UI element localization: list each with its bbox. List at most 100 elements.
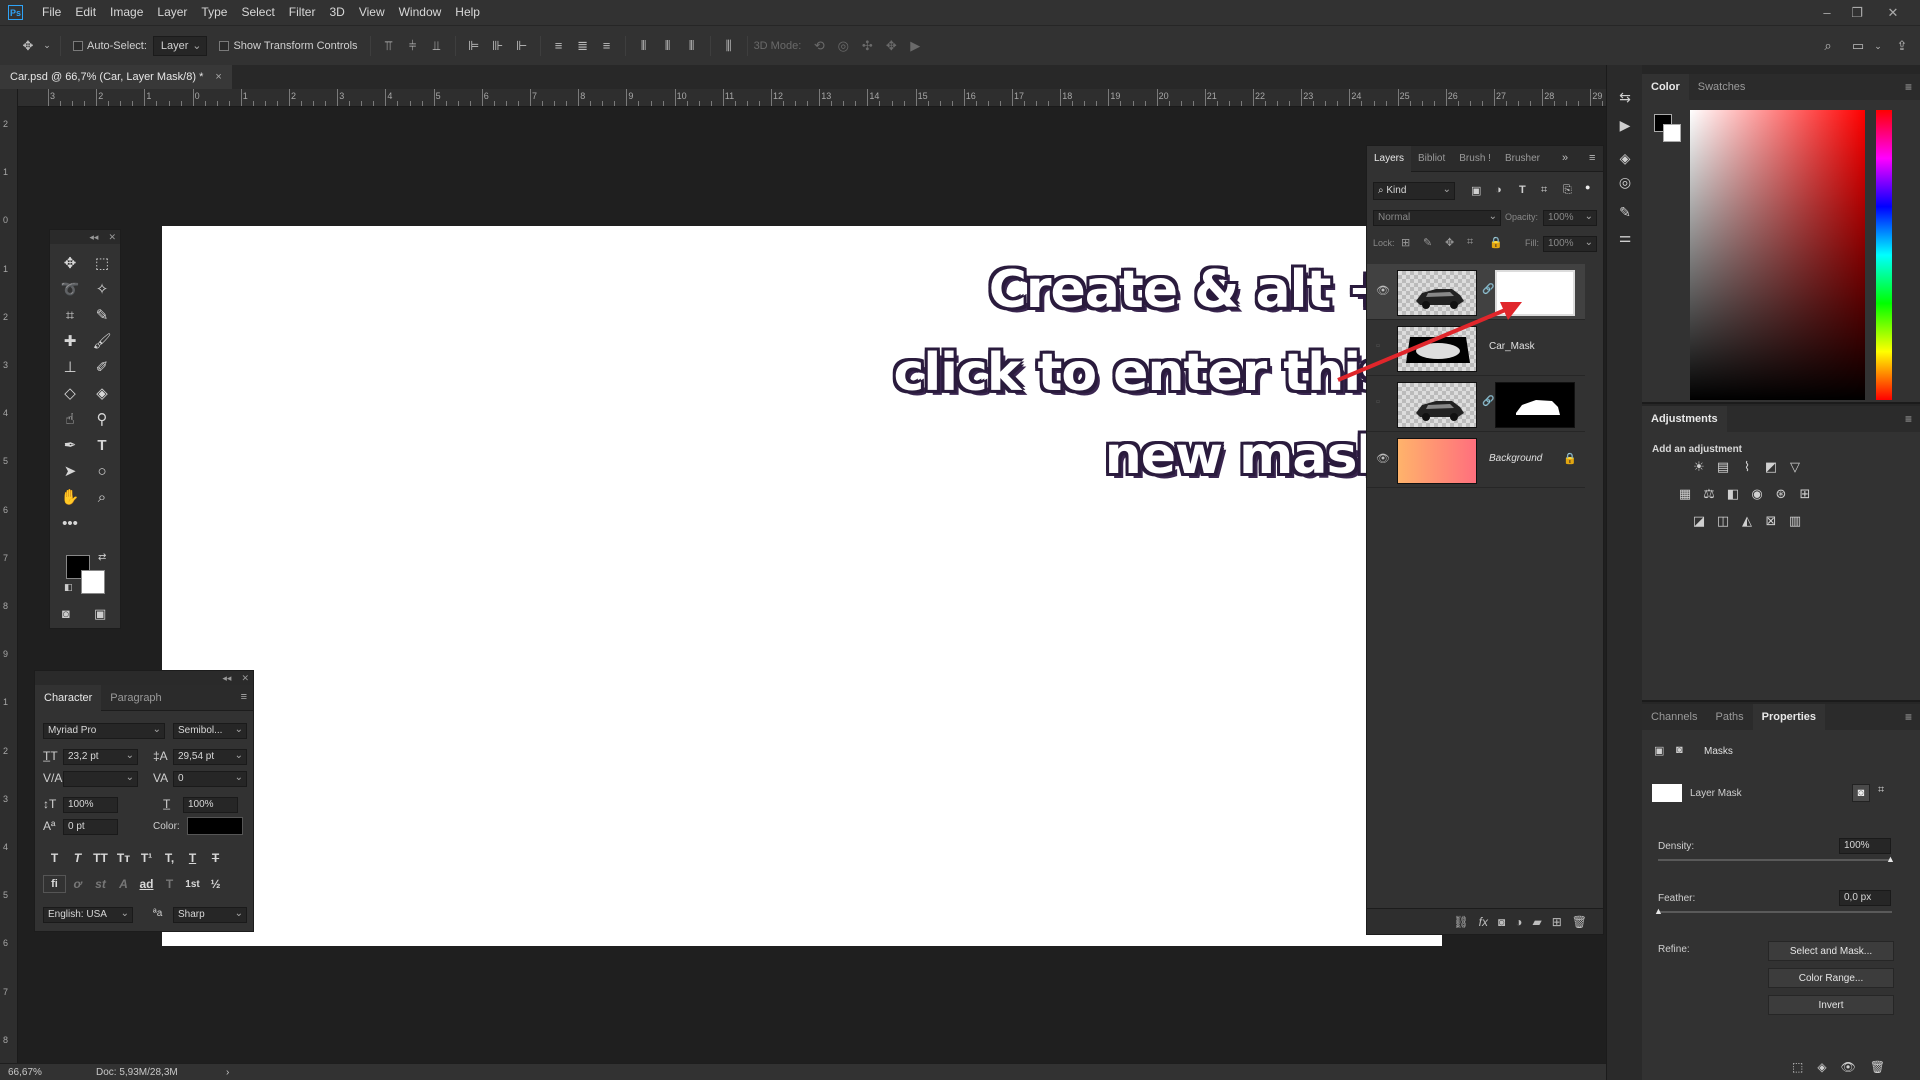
clone-stamp-tool-icon[interactable]: ⊥ — [54, 354, 86, 380]
quick-mask-icon[interactable]: ◙ — [62, 606, 70, 621]
zoom-level[interactable]: 66,67% — [8, 1067, 96, 1078]
collapse-icon[interactable]: ◂◂ — [222, 673, 231, 684]
smudge-tool-icon[interactable]: ☝ — [54, 406, 86, 432]
gradient-map-icon[interactable]: ▥ — [1786, 512, 1804, 530]
close-document-icon[interactable]: × — [215, 71, 221, 83]
show-transform-checkbox[interactable] — [219, 40, 230, 51]
workspace-icon[interactable]: ▭ — [1848, 36, 1868, 56]
pen-tool-icon[interactable]: ✒ — [54, 432, 86, 458]
filter-toggle-icon[interactable]: ● — [1585, 182, 1590, 192]
panel-menu-icon[interactable]: ≡ — [1905, 412, 1912, 426]
feather-slider-track[interactable] — [1658, 911, 1892, 913]
hand-tool-icon[interactable]: ✋ — [54, 484, 86, 510]
new-layer-icon[interactable]: ⊞ — [1552, 915, 1562, 929]
background-color-swatch[interactable] — [81, 570, 105, 594]
language-select[interactable]: English: USA — [43, 907, 133, 923]
faux-bold-button[interactable]: T — [43, 849, 66, 867]
fill-field[interactable]: 100% — [1543, 236, 1597, 252]
tab-color[interactable]: Color — [1642, 74, 1689, 100]
lock-artboard-icon[interactable]: ⌗ — [1467, 236, 1473, 249]
toggle-mask-visibility-icon[interactable]: 👁 — [1841, 1060, 1856, 1074]
photoshop-logo-icon[interactable]: Ps — [8, 5, 23, 20]
move-tool-icon[interactable]: ✥ — [54, 250, 86, 276]
toolbox-header[interactable]: ◂◂ ✕ — [50, 230, 120, 244]
threshold-icon[interactable]: ◭ — [1738, 512, 1756, 530]
menu-image[interactable]: Image — [103, 0, 150, 25]
status-menu-arrow-icon[interactable]: › — [226, 1067, 229, 1078]
adjust-sliders-icon[interactable]: ⚌ — [1615, 227, 1635, 247]
color-range-button[interactable]: Color Range... — [1768, 968, 1894, 988]
filter-shape-icon[interactable]: ⌗ — [1541, 184, 1547, 197]
horizontal-ruler[interactable]: 3 2 1 0 1 2 3 4 5 6 7 8 9 10 11 12 13 14 15 16 17 18 19 20 21 22 2… — [18, 89, 1606, 107]
vertical-ruler[interactable]: 210123456789123456789 — [0, 89, 18, 1063]
kerning-field[interactable] — [63, 771, 138, 787]
layer-thumbnail-background[interactable] — [1397, 438, 1477, 484]
horizontal-scale-field[interactable]: 100% — [183, 797, 238, 813]
add-vector-mask-icon[interactable]: ⌗ — [1878, 784, 1884, 797]
layer-visibility-eye-icon[interactable]: 👁 — [1376, 452, 1390, 465]
brightness-contrast-icon[interactable]: ☀ — [1690, 458, 1708, 476]
distribute-bottom-icon[interactable]: ≡ — [597, 36, 617, 56]
distribute-left-icon[interactable]: ⦀ — [634, 36, 654, 56]
color-lookup-icon[interactable]: ⊞ — [1796, 485, 1814, 503]
menu-edit[interactable]: Edit — [68, 0, 103, 25]
font-style-select[interactable]: Semibol... — [173, 723, 247, 739]
screen-mode-icon[interactable]: ▣ — [94, 606, 106, 622]
align-bottom-icon[interactable]: ⫫ — [427, 36, 447, 56]
brush-settings-icon[interactable]: ✎ — [1615, 202, 1635, 222]
align-vcenter-icon[interactable]: ⫩ — [403, 36, 423, 56]
align-right-icon[interactable]: ⊩ — [512, 36, 532, 56]
tool-preset-chevron-icon[interactable]: ⌄ — [42, 36, 52, 56]
distribute-top-icon[interactable]: ≡ — [549, 36, 569, 56]
menu-select[interactable]: Select — [234, 0, 281, 25]
tab-paths[interactable]: Paths — [1706, 704, 1752, 730]
history-icon[interactable]: ⇆ — [1615, 87, 1635, 107]
font-size-field[interactable]: 23,2 pt — [63, 749, 138, 765]
3d-pan-icon[interactable]: ✣ — [857, 36, 877, 56]
brush-tool-icon[interactable]: 🖌 — [86, 328, 118, 354]
paint-bucket-tool-icon[interactable]: ◈ — [86, 380, 118, 406]
blend-mode-select[interactable]: Normal — [1373, 210, 1501, 226]
panel-menu-icon[interactable]: ≡ — [1905, 710, 1912, 724]
close-panel-icon[interactable]: ✕ — [241, 673, 249, 684]
exposure-icon[interactable]: ◩ — [1762, 458, 1780, 476]
density-slider-handle-icon[interactable]: ▲ — [1886, 854, 1895, 864]
filter-smart-object-icon[interactable]: ⎘ — [1563, 184, 1572, 197]
baseline-shift-field[interactable]: 0 pt — [63, 819, 118, 835]
strikethrough-button[interactable]: T — [204, 849, 227, 867]
channel-mixer-icon[interactable]: ⊛ — [1772, 485, 1790, 503]
invert-icon[interactable]: ◪ — [1690, 512, 1708, 530]
eraser-tool-icon[interactable]: ◇ — [54, 380, 86, 406]
curves-icon[interactable]: ⌇ — [1738, 458, 1756, 476]
3d-roll-icon[interactable]: ◎ — [833, 36, 853, 56]
ordinals-button[interactable]: 1st — [181, 875, 204, 893]
vibrance-icon[interactable]: ▽ — [1786, 458, 1804, 476]
more-tabs-icon[interactable]: » — [1562, 152, 1568, 164]
layer-visibility-empty[interactable]: ▫ — [1376, 396, 1380, 408]
hue-saturation-icon[interactable]: ▦ — [1676, 485, 1694, 503]
panel-menu-icon[interactable]: ≡ — [1905, 80, 1912, 94]
lock-pixels-icon[interactable]: ✎ — [1423, 236, 1432, 249]
menu-type[interactable]: Type — [194, 0, 234, 25]
menu-view[interactable]: View — [352, 0, 392, 25]
tab-character[interactable]: Character — [35, 684, 102, 711]
load-selection-icon[interactable]: ⬚ — [1792, 1060, 1803, 1074]
ligatures-button[interactable]: fi — [43, 875, 66, 893]
faux-italic-button[interactable]: T — [66, 849, 89, 867]
leading-field[interactable]: 29,54 pt — [173, 749, 247, 765]
density-slider-track[interactable] — [1658, 859, 1892, 861]
3d-slide-icon[interactable]: ✥ — [881, 36, 901, 56]
background-lock-icon[interactable]: 🔒 — [1563, 452, 1577, 465]
align-top-icon[interactable]: ⫪ — [379, 36, 399, 56]
auto-align-icon[interactable]: ⫼ — [719, 36, 739, 56]
fractions-button[interactable]: ½ — [204, 875, 227, 893]
selective-color-icon[interactable]: ⊠ — [1762, 512, 1780, 530]
opacity-field[interactable]: 100% — [1543, 210, 1597, 226]
align-hcenter-icon[interactable]: ⊪ — [488, 36, 508, 56]
link-layers-icon[interactable]: ⛓ — [1453, 915, 1468, 929]
channels-icon[interactable]: ◎ — [1615, 172, 1635, 192]
apply-mask-icon[interactable]: ◈ — [1817, 1060, 1826, 1074]
filter-adjustment-icon[interactable]: ◑ — [1495, 184, 1502, 196]
posterize-icon[interactable]: ◫ — [1714, 512, 1732, 530]
vertical-scale-field[interactable]: 100% — [63, 797, 118, 813]
